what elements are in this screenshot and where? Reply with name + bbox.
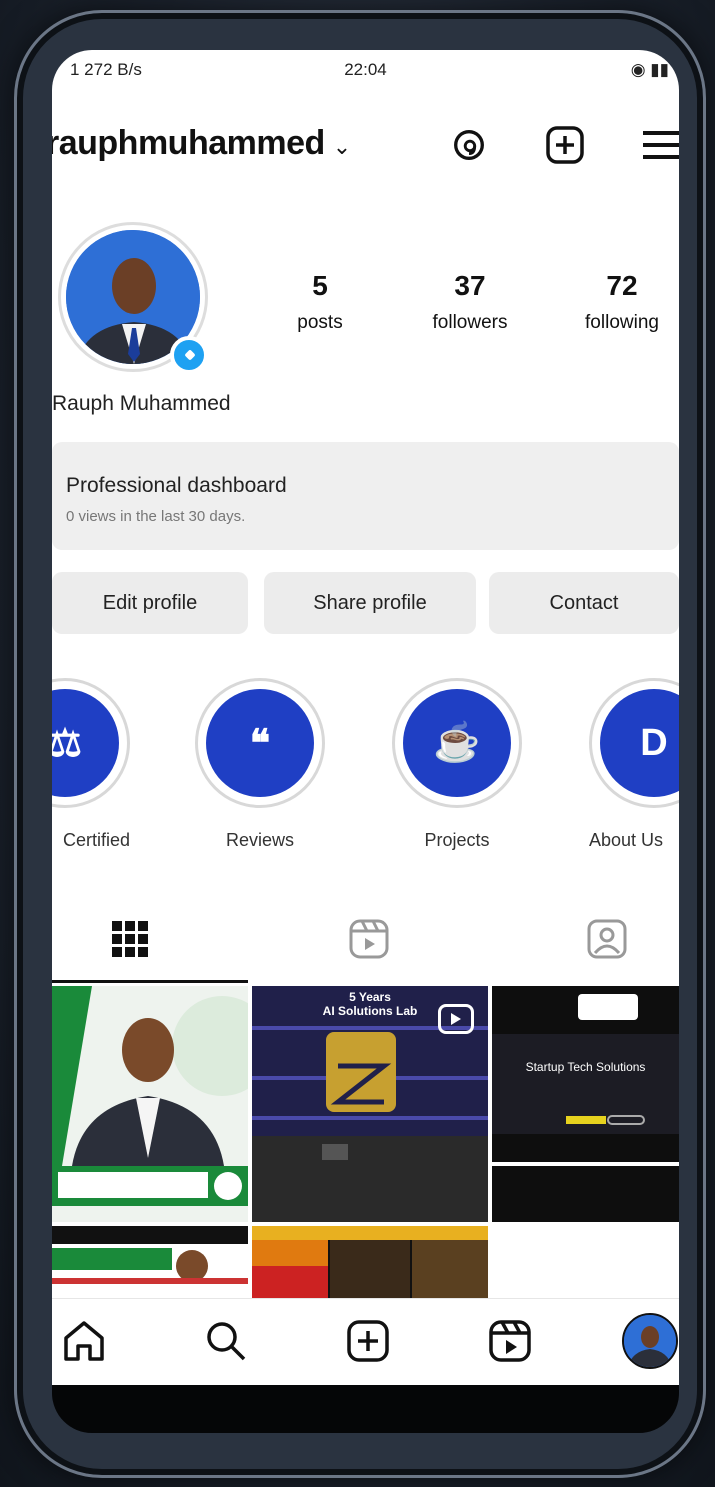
highlight-ring: D — [589, 678, 679, 808]
tagged-icon[interactable] — [582, 914, 632, 964]
highlight-certified[interactable]: ⚖ Certified — [52, 678, 130, 851]
active-tab-indicator — [52, 980, 248, 983]
content-tabs — [52, 908, 679, 980]
screen: 1 272 B/s 22:04 ◉ ▮▮ rauphmuhammed ⌄ 5 p… — [52, 50, 679, 1385]
highlight-about[interactable]: D About Us — [589, 678, 679, 851]
followers-count[interactable]: 37 followers — [400, 270, 540, 334]
profile-avatar[interactable] — [622, 1313, 678, 1369]
following-label: following — [585, 312, 659, 333]
highlight-cover: ⚖ — [52, 689, 119, 797]
following-count[interactable]: 72 following — [552, 270, 679, 334]
edit-profile-button[interactable]: Edit profile — [52, 572, 248, 634]
highlight-ring: ❝ — [195, 678, 325, 808]
grid-icon[interactable] — [105, 914, 155, 964]
following-value: 72 — [606, 270, 638, 301]
status-icons: ◉ ▮▮ — [630, 60, 669, 79]
username: rauphmuhammed — [52, 124, 325, 162]
highlight-reviews[interactable]: ❝ Reviews — [195, 678, 325, 851]
post-thumbnail[interactable] — [52, 986, 248, 1222]
clock: 22:04 — [344, 60, 387, 79]
home-icon[interactable] — [56, 1313, 112, 1369]
dashboard-title: Professional dashboard — [66, 474, 287, 497]
post-thumbnail[interactable]: 5 Years AI Solutions Lab — [252, 986, 488, 1222]
phone-chin — [52, 1385, 679, 1433]
highlight-label: Projects — [424, 830, 490, 850]
post-thumbnail[interactable] — [252, 1226, 488, 1298]
verified-badge-icon — [170, 336, 208, 374]
plus-square-icon[interactable] — [542, 122, 588, 168]
post-caption: Startup Tech Solutions — [525, 1060, 646, 1074]
create-icon[interactable] — [340, 1313, 396, 1369]
post-thumbnail[interactable] — [52, 1226, 248, 1298]
posts-count[interactable]: 5 posts — [250, 270, 390, 334]
posts-label: posts — [297, 312, 343, 333]
reels-icon[interactable] — [482, 1313, 538, 1369]
reels-tab-icon[interactable] — [344, 914, 394, 964]
bottom-nav — [52, 1298, 679, 1385]
highlight-label: About Us — [589, 830, 664, 850]
share-profile-button[interactable]: Share profile — [264, 572, 476, 634]
professional-dashboard[interactable]: Professional dashboard 0 views in the la… — [52, 442, 679, 550]
profile-header: rauphmuhammed ⌄ — [52, 120, 679, 170]
highlight-ring: ☕ — [392, 678, 522, 808]
highlight-projects[interactable]: ☕ Projects — [392, 678, 522, 851]
contact-button[interactable]: Contact — [489, 572, 679, 634]
threads-icon[interactable] — [446, 122, 492, 168]
followers-label: followers — [432, 312, 508, 333]
dashboard-subtitle: 0 views in the last 30 days. — [66, 508, 246, 525]
highlight-cover: ☕ — [403, 689, 511, 797]
highlight-cover: ❝ — [206, 689, 314, 797]
highlight-ring: ⚖ — [52, 678, 130, 808]
post-thumbnail[interactable]: Startup Tech Solutions — [492, 986, 679, 1222]
search-icon[interactable] — [198, 1313, 254, 1369]
username-switcher[interactable]: rauphmuhammed ⌄ — [52, 124, 351, 163]
chevron-down-icon: ⌄ — [332, 134, 351, 159]
highlight-label: Reviews — [225, 830, 295, 850]
posts-value: 5 — [312, 270, 328, 301]
status-bar: 1 272 B/s 22:04 ◉ ▮▮ — [52, 60, 679, 86]
highlight-label: Certified — [62, 830, 130, 850]
followers-value: 37 — [454, 270, 486, 301]
reel-indicator-icon — [438, 1004, 474, 1034]
highlight-cover: D — [600, 689, 679, 797]
full-name: Rauph Muhammed — [52, 392, 231, 415]
menu-icon[interactable] — [637, 122, 679, 168]
